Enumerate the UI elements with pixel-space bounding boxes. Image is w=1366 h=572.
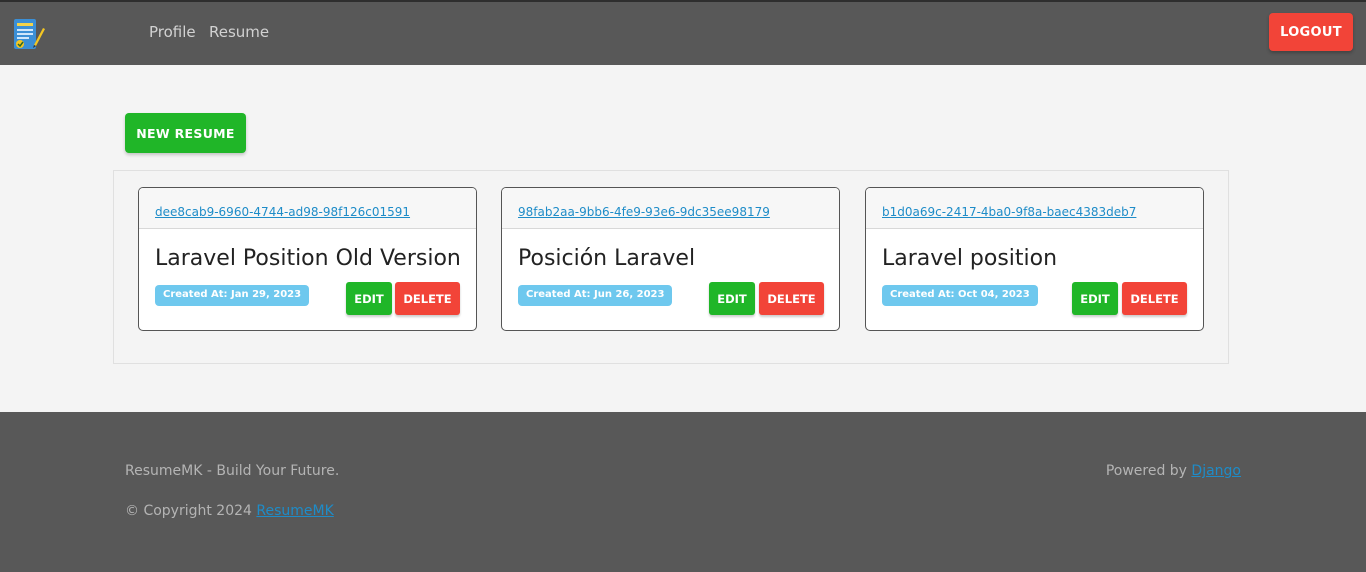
resume-logo-icon[interactable] (12, 17, 46, 51)
edit-button[interactable]: EDIT (709, 282, 755, 315)
edit-button[interactable]: EDIT (346, 282, 392, 315)
created-at-badge: Created At: Oct 04, 2023 (882, 285, 1038, 306)
footer-tagline: ResumeMK - Build Your Future. (125, 463, 340, 479)
resume-card: 98fab2aa-9bb6-4fe9-93e6-9dc35ee98179 Pos… (501, 187, 840, 331)
top-navbar: Profile Resume LOGOUT (0, 0, 1366, 65)
resumemk-link[interactable]: ResumeMK (256, 503, 333, 519)
resume-card: b1d0a69c-2417-4ba0-9f8a-baec4383deb7 Lar… (865, 187, 1204, 331)
nav-link-resume[interactable]: Resume (209, 23, 269, 41)
created-at-badge: Created At: Jan 29, 2023 (155, 285, 310, 306)
resume-title: Laravel Position Old Version (155, 246, 461, 271)
delete-button[interactable]: DELETE (395, 282, 460, 315)
delete-button[interactable]: DELETE (1122, 282, 1187, 315)
resume-card: dee8cab9-6960-4744-ad98-98f126c01591 Lar… (138, 187, 477, 331)
powered-by-text: Powered by (1105, 463, 1192, 479)
new-resume-button[interactable]: NEW RESUME (125, 113, 246, 153)
delete-button[interactable]: DELETE (759, 282, 824, 315)
resume-id-link[interactable]: b1d0a69c-2417-4ba0-9f8a-baec4383deb7 (882, 205, 1136, 219)
resume-title: Laravel position (882, 246, 1058, 271)
nav-link-profile[interactable]: Profile (149, 23, 196, 41)
django-link[interactable]: Django (1191, 463, 1241, 479)
resume-list: dee8cab9-6960-4744-ad98-98f126c01591 Lar… (113, 170, 1229, 364)
card-header: dee8cab9-6960-4744-ad98-98f126c01591 (139, 188, 476, 229)
copyright-text: © Copyright 2024 (125, 503, 257, 519)
footer-powered-by: Powered by Django (1106, 463, 1241, 479)
edit-button[interactable]: EDIT (1072, 282, 1118, 315)
card-header: 98fab2aa-9bb6-4fe9-93e6-9dc35ee98179 (502, 188, 839, 229)
resume-id-link[interactable]: dee8cab9-6960-4744-ad98-98f126c01591 (155, 205, 410, 219)
card-header: b1d0a69c-2417-4ba0-9f8a-baec4383deb7 (866, 188, 1203, 229)
logout-button[interactable]: LOGOUT (1269, 13, 1353, 51)
created-at-badge: Created At: Jun 26, 2023 (518, 285, 673, 306)
resume-title: Posición Laravel (518, 246, 696, 271)
footer: ResumeMK - Build Your Future. © Copyrigh… (0, 412, 1366, 572)
footer-copyright: © Copyright 2024 ResumeMK (125, 503, 334, 519)
resume-id-link[interactable]: 98fab2aa-9bb6-4fe9-93e6-9dc35ee98179 (518, 205, 770, 219)
